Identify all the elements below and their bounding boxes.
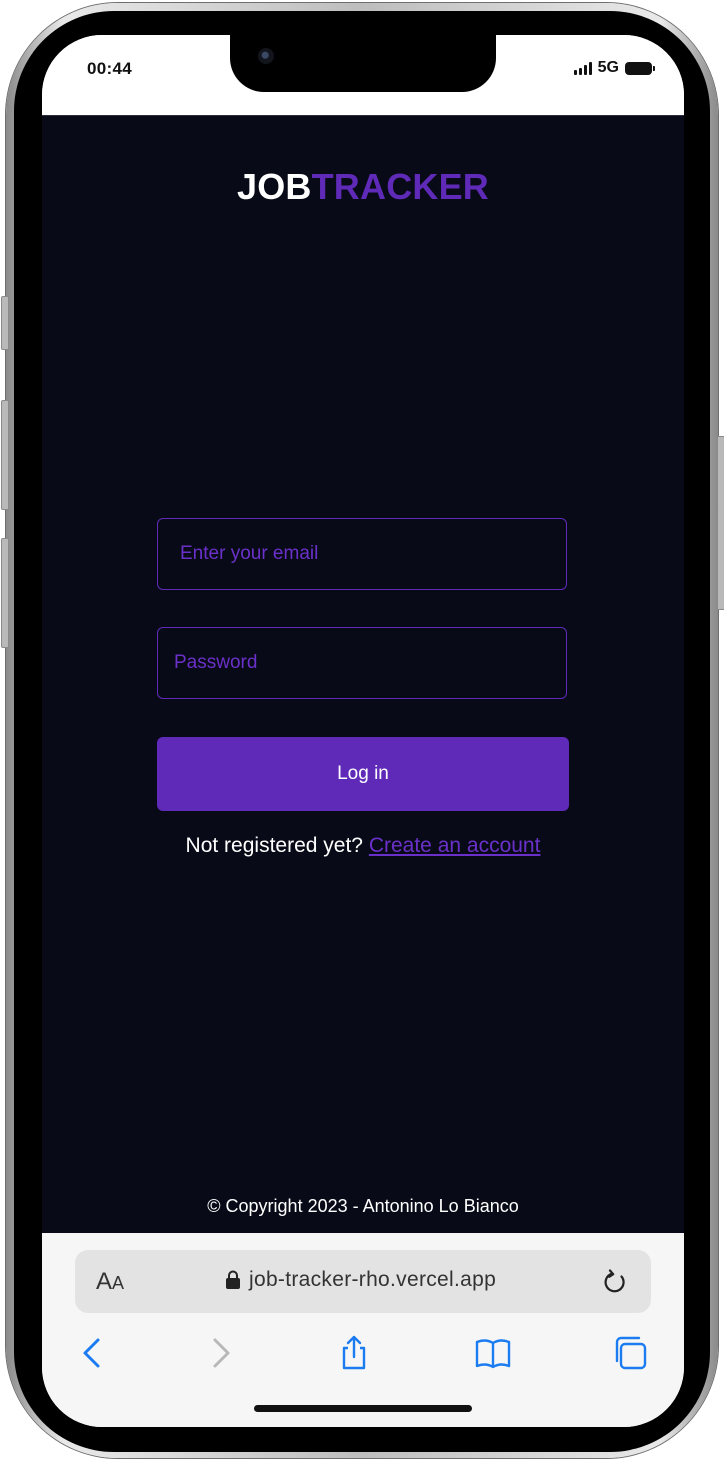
address-bar[interactable]: AA job-tracker-rho.vercel.app	[75, 1250, 651, 1313]
battery-icon	[625, 61, 655, 75]
lock-icon	[226, 1270, 240, 1289]
email-field[interactable]	[157, 518, 567, 590]
status-bar: 00:44 5G	[42, 35, 684, 115]
text-size-button[interactable]: AA	[96, 1268, 124, 1296]
back-icon[interactable]	[75, 1335, 111, 1371]
copyright-text: © Copyright 2023 - Antonino Lo Bianco	[207, 1196, 519, 1216]
network-label: 5G	[597, 59, 619, 76]
volume-down-button	[1, 538, 9, 648]
email-input[interactable]	[158, 519, 566, 589]
status-time: 00:44	[87, 59, 132, 78]
bookmarks-icon[interactable]	[475, 1335, 511, 1371]
logo-tracker: TRACKER	[311, 166, 490, 207]
share-icon[interactable]	[336, 1335, 372, 1371]
text-size-big: A	[96, 1268, 113, 1295]
logo-job: JOB	[236, 166, 312, 207]
web-content: JOBTRACKER Log in Not registered yet? Cr…	[42, 115, 684, 1234]
mute-switch	[1, 296, 9, 350]
screen: 00:44 5G JOBTRACKER Log in Not registere…	[42, 35, 684, 1427]
app-logo: JOBTRACKER	[42, 166, 684, 208]
forward-icon[interactable]	[202, 1335, 238, 1371]
reload-icon[interactable]	[601, 1268, 629, 1296]
signal-icon	[573, 61, 592, 75]
browser-chrome: AA job-tracker-rho.vercel.app	[42, 1233, 684, 1427]
register-prompt-line: Not registered yet? Create an account	[42, 834, 684, 858]
notch	[230, 35, 496, 92]
home-indicator	[254, 1405, 472, 1412]
register-prompt: Not registered yet?	[185, 834, 363, 857]
create-account-link[interactable]: Create an account	[369, 834, 541, 857]
password-field[interactable]	[157, 627, 567, 699]
url-display[interactable]: job-tracker-rho.vercel.app	[225, 1268, 496, 1292]
volume-up-button	[1, 400, 9, 510]
status-indicators: 5G	[573, 59, 655, 77]
text-size-small: A	[112, 1273, 125, 1293]
login-button[interactable]: Log in	[157, 737, 569, 811]
power-button	[717, 436, 724, 610]
url-text: job-tracker-rho.vercel.app	[249, 1268, 497, 1291]
password-input[interactable]	[158, 628, 566, 698]
camera-icon	[258, 48, 274, 64]
tabs-icon[interactable]	[612, 1335, 648, 1371]
